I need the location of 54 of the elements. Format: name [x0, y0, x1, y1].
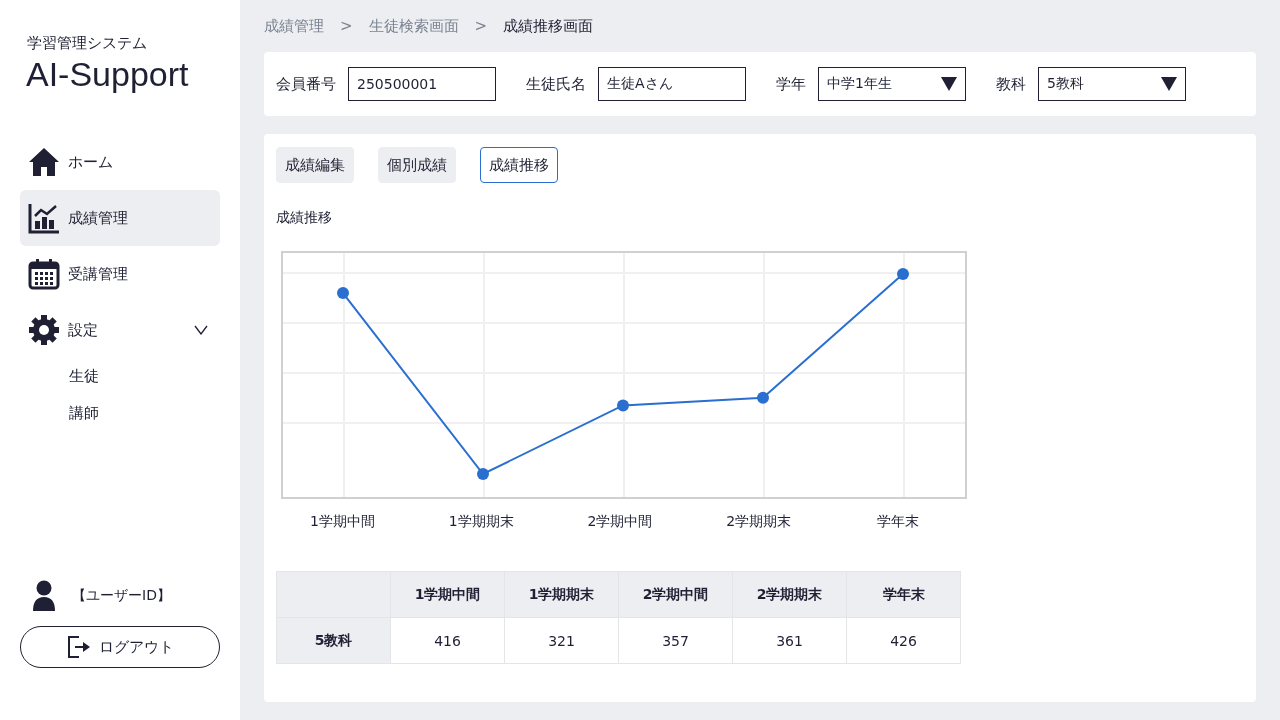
table-header-cell: 1学期期末 [504, 571, 619, 618]
dropdown[interactable]: 中学1年生 [818, 67, 966, 101]
axis-label: 1学期中間 [308, 513, 376, 531]
app-subtitle: 学習管理システム [27, 34, 148, 53]
tab[interactable]: 個別成績 [378, 147, 456, 183]
field-label: 教科 [996, 74, 1026, 94]
user-icon [32, 580, 56, 612]
axis-label: 学年末 [875, 513, 920, 531]
chart-title: 成績推移 [276, 209, 333, 227]
dropdown-arrow-icon [1161, 77, 1177, 91]
logout-icon [66, 636, 91, 658]
row-header-cell: 5教科 [276, 617, 391, 664]
field-label: 学年 [776, 74, 806, 94]
data-point [477, 468, 489, 480]
table-cell: 416 [390, 617, 505, 664]
gear-icon [28, 314, 60, 346]
table-cell: 321 [504, 617, 619, 664]
input-field[interactable]: 生徒Aさん [598, 67, 746, 101]
calendar-icon [28, 258, 60, 290]
data-point [337, 287, 349, 300]
sidebar-item[interactable]: 受講管理 [20, 246, 220, 302]
dropdown[interactable]: 5教科 [1038, 67, 1186, 101]
tab[interactable]: 成績推移 [480, 147, 558, 183]
table-header-cell: 2学期中間 [618, 571, 733, 618]
chevron-icon[interactable] [194, 325, 208, 335]
table-header-cell: 2学期期末 [732, 571, 847, 618]
table-cell: 426 [846, 617, 961, 664]
sidebar-subitem[interactable]: 生徒 [20, 358, 220, 395]
table-cell: 361 [732, 617, 847, 664]
logout-button[interactable]: ログアウト [20, 626, 220, 668]
dropdown-arrow-icon [941, 77, 957, 91]
home-icon [28, 147, 60, 177]
bar-chart-icon [28, 202, 60, 234]
breadcrumb-separator: > [474, 17, 488, 35]
user-id: 【ユーザーID】 [72, 587, 171, 605]
data-point [897, 268, 909, 280]
field-label: 会員番号 [276, 74, 336, 94]
breadcrumb-separator: > [340, 17, 353, 35]
table-header-cell: 学年末 [846, 571, 961, 618]
table-cell: 357 [618, 617, 733, 664]
sidebar-item[interactable]: 設定 [20, 302, 220, 358]
table-header-cell: 1学期中間 [390, 571, 505, 618]
data-point [757, 391, 769, 404]
app-title: AI-Support [26, 55, 190, 94]
axis-label: 2学期中間 [586, 513, 654, 531]
field-label: 生徒氏名 [526, 74, 586, 94]
axis-label: 2学期期末 [725, 513, 793, 531]
sidebar-item[interactable]: 成績管理 [20, 190, 220, 246]
axis-label: 1学期期末 [447, 513, 515, 531]
input-field[interactable]: 250500001 [348, 67, 496, 101]
data-point [617, 399, 629, 412]
sidebar-subitem[interactable]: 講師 [20, 395, 220, 432]
tab[interactable]: 成績編集 [276, 147, 354, 183]
sidebar-item[interactable]: ホーム [20, 134, 220, 190]
